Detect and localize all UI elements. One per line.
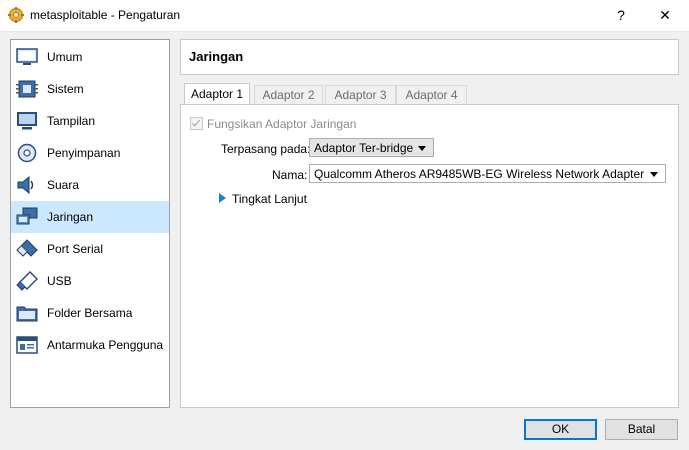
monitor-icon — [16, 48, 38, 65]
ok-button[interactable]: OK — [524, 419, 597, 440]
display-icon — [17, 112, 37, 130]
close-button[interactable]: ✕ — [647, 0, 683, 31]
sidebar-item-antarmuka-pengguna[interactable]: Antarmuka Pengguna — [11, 329, 169, 361]
shared-folder-icon — [16, 306, 38, 322]
usb-icon — [16, 271, 38, 291]
sidebar-item-label: Antarmuka Pengguna — [47, 338, 164, 352]
user-interface-icon — [16, 336, 38, 354]
enable-adapter-checkbox[interactable] — [190, 117, 203, 130]
settings-sidebar: Umum Sistem Tampilan Penyimpanan Suara J… — [10, 39, 170, 408]
sidebar-item-label: Umum — [47, 50, 83, 64]
adapter-name-value: Qualcomm Atheros AR9485WB-EG Wireless Ne… — [314, 167, 645, 181]
sidebar-item-tampilan[interactable]: Tampilan — [11, 105, 169, 137]
sidebar-item-jaringan[interactable]: Jaringan — [11, 201, 169, 233]
sidebar-item-label: Tampilan — [47, 114, 96, 128]
virtualbox-gear-icon — [8, 7, 24, 23]
serial-port-icon — [16, 239, 38, 257]
attached-to-value: Adaptor Ter-bridge — [314, 141, 414, 155]
sidebar-item-suara[interactable]: Suara — [11, 169, 169, 201]
help-button[interactable]: ? — [603, 0, 639, 31]
attached-to-select[interactable]: Adaptor Ter-bridge — [309, 138, 434, 157]
page-title: Jaringan — [189, 49, 244, 64]
sidebar-item-label: Jaringan — [47, 210, 94, 224]
chevron-down-icon — [650, 172, 658, 177]
chevron-down-icon — [418, 146, 426, 151]
page-header: Jaringan — [180, 39, 679, 75]
adapter-name-select[interactable]: Qualcomm Atheros AR9485WB-EG Wireless Ne… — [309, 164, 666, 183]
sidebar-item-label: Penyimpanan — [47, 146, 121, 160]
expand-arrow-icon[interactable] — [219, 193, 226, 203]
sidebar-item-label: Port Serial — [47, 242, 104, 256]
sidebar-item-label: Folder Bersama — [47, 306, 133, 320]
sidebar-item-label: Suara — [47, 178, 80, 192]
enable-adapter-label: Fungsikan Adaptor Jaringan — [207, 117, 357, 131]
speaker-icon — [17, 175, 34, 195]
tab-adaptor-3[interactable]: Adaptor 3 — [325, 85, 396, 105]
sidebar-item-penyimpanan[interactable]: Penyimpanan — [11, 137, 169, 169]
tab-adaptor-1[interactable]: Adaptor 1 — [184, 83, 250, 105]
sidebar-item-label: Sistem — [47, 82, 84, 96]
sidebar-item-sistem[interactable]: Sistem — [11, 73, 169, 105]
sidebar-item-port-serial[interactable]: Port Serial — [11, 233, 169, 265]
sidebar-item-label: USB — [47, 274, 72, 288]
window-title: metasploitable - Pengaturan — [30, 8, 181, 22]
tab-adaptor-4[interactable]: Adaptor 4 — [396, 85, 467, 105]
attached-to-label: Terpasang pada: — [221, 142, 311, 156]
network-icon — [16, 207, 38, 225]
tab-adaptor-2[interactable]: Adaptor 2 — [254, 85, 323, 105]
chip-icon — [16, 80, 38, 98]
advanced-toggle[interactable]: Tingkat Lanjut — [232, 192, 307, 206]
sidebar-item-folder-bersama[interactable]: Folder Bersama — [11, 297, 169, 329]
sidebar-item-usb[interactable]: USB — [11, 265, 169, 297]
sidebar-item-umum[interactable]: Umum — [11, 41, 169, 73]
title-bar: metasploitable - Pengaturan ? ✕ — [0, 0, 689, 32]
cancel-button[interactable]: Batal — [605, 419, 678, 440]
adapter-name-label: Nama: — [272, 168, 308, 182]
storage-disk-icon — [17, 143, 37, 163]
